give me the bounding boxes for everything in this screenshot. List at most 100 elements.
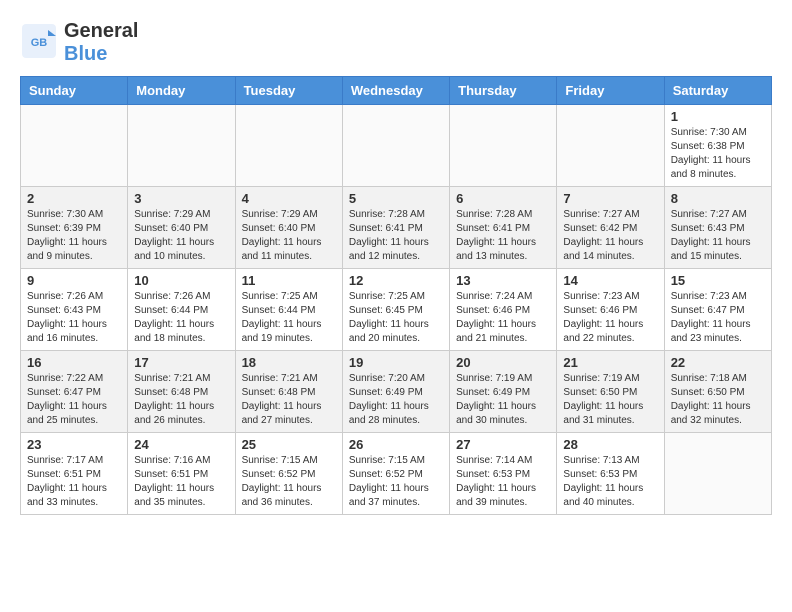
calendar-cell: 27 Sunrise: 7:14 AM Sunset: 6:53 PM Dayli… bbox=[450, 433, 557, 515]
calendar-cell: 23 Sunrise: 7:17 AM Sunset: 6:51 PM Dayli… bbox=[21, 433, 128, 515]
calendar-cell: 6 Sunrise: 7:28 AM Sunset: 6:41 PM Daylig… bbox=[450, 187, 557, 269]
calendar-cell: 1 Sunrise: 7:30 AM Sunset: 6:38 PM Daylig… bbox=[664, 105, 771, 187]
calendar-cell bbox=[664, 433, 771, 515]
day-info: Sunrise: 7:18 AM Sunset: 6:50 PM Dayligh… bbox=[671, 372, 765, 428]
calendar-cell: 28 Sunrise: 7:13 AM Sunset: 6:53 PM Dayli… bbox=[557, 433, 664, 515]
calendar-cell: 9 Sunrise: 7:26 AM Sunset: 6:43 PM Daylig… bbox=[21, 269, 128, 351]
calendar-cell: 24 Sunrise: 7:16 AM Sunset: 6:51 PM Dayli… bbox=[128, 433, 235, 515]
day-number: 4 bbox=[242, 191, 336, 206]
day-number: 20 bbox=[456, 355, 550, 370]
day-info: Sunrise: 7:20 AM Sunset: 6:49 PM Dayligh… bbox=[349, 372, 443, 428]
calendar-cell: 10Sunrise: 7:26 AM Sunset: 6:44 PM Dayli… bbox=[128, 269, 235, 351]
calendar-cell: 16 Sunrise: 7:22 AM Sunset: 6:47 PM Dayli… bbox=[21, 351, 128, 433]
logo-blue: Blue bbox=[64, 43, 138, 66]
calendar-week-row: 16 Sunrise: 7:22 AM Sunset: 6:47 PM Dayli… bbox=[21, 351, 772, 433]
logo-general: General bbox=[64, 20, 138, 43]
calendar-cell bbox=[342, 105, 449, 187]
day-number: 19 bbox=[349, 355, 443, 370]
calendar-header-row: SundayMondayTuesdayWednesdayThursdayFrid… bbox=[21, 77, 772, 105]
calendar-cell bbox=[557, 105, 664, 187]
day-info: Sunrise: 7:25 AM Sunset: 6:45 PM Dayligh… bbox=[349, 290, 443, 346]
col-header-tuesday: Tuesday bbox=[235, 77, 342, 105]
calendar-week-row: 2 Sunrise: 7:30 AM Sunset: 6:39 PM Daylig… bbox=[21, 187, 772, 269]
day-info: Sunrise: 7:30 AM Sunset: 6:39 PM Dayligh… bbox=[27, 208, 121, 264]
calendar-cell: 17 Sunrise: 7:21 AM Sunset: 6:48 PM Dayli… bbox=[128, 351, 235, 433]
day-info: Sunrise: 7:15 AM Sunset: 6:52 PM Dayligh… bbox=[349, 454, 443, 510]
calendar-week-row: 1 Sunrise: 7:30 AM Sunset: 6:38 PM Daylig… bbox=[21, 105, 772, 187]
logo-icon: GB bbox=[20, 22, 58, 60]
day-info: Sunrise: 7:19 AM Sunset: 6:49 PM Dayligh… bbox=[456, 372, 550, 428]
col-header-wednesday: Wednesday bbox=[342, 77, 449, 105]
day-number: 26 bbox=[349, 437, 443, 452]
svg-text:GB: GB bbox=[31, 37, 48, 49]
day-number: 1 bbox=[671, 109, 765, 124]
day-number: 17 bbox=[134, 355, 228, 370]
day-info: Sunrise: 7:26 AM Sunset: 6:43 PM Dayligh… bbox=[27, 290, 121, 346]
calendar-cell: 7 Sunrise: 7:27 AM Sunset: 6:42 PM Daylig… bbox=[557, 187, 664, 269]
calendar-cell: 21 Sunrise: 7:19 AM Sunset: 6:50 PM Dayli… bbox=[557, 351, 664, 433]
calendar-week-row: 9 Sunrise: 7:26 AM Sunset: 6:43 PM Daylig… bbox=[21, 269, 772, 351]
day-info: Sunrise: 7:19 AM Sunset: 6:50 PM Dayligh… bbox=[563, 372, 657, 428]
calendar-cell: 3Sunrise: 7:29 AM Sunset: 6:40 PM Daylig… bbox=[128, 187, 235, 269]
day-info: Sunrise: 7:27 AM Sunset: 6:43 PM Dayligh… bbox=[671, 208, 765, 264]
day-number: 28 bbox=[563, 437, 657, 452]
day-info: Sunrise: 7:22 AM Sunset: 6:47 PM Dayligh… bbox=[27, 372, 121, 428]
day-number: 13 bbox=[456, 273, 550, 288]
day-info: Sunrise: 7:16 AM Sunset: 6:51 PM Dayligh… bbox=[134, 454, 228, 510]
calendar-cell: 19 Sunrise: 7:20 AM Sunset: 6:49 PM Dayli… bbox=[342, 351, 449, 433]
day-info: Sunrise: 7:28 AM Sunset: 6:41 PM Dayligh… bbox=[456, 208, 550, 264]
day-number: 16 bbox=[27, 355, 121, 370]
calendar-cell bbox=[450, 105, 557, 187]
col-header-monday: Monday bbox=[128, 77, 235, 105]
day-number: 11 bbox=[242, 273, 336, 288]
day-number: 8 bbox=[671, 191, 765, 206]
day-info: Sunrise: 7:27 AM Sunset: 6:42 PM Dayligh… bbox=[563, 208, 657, 264]
day-number: 6 bbox=[456, 191, 550, 206]
calendar-cell: 22 Sunrise: 7:18 AM Sunset: 6:50 PM Dayli… bbox=[664, 351, 771, 433]
calendar-cell: 5Sunrise: 7:28 AM Sunset: 6:41 PM Daylig… bbox=[342, 187, 449, 269]
logo: GB General Blue bbox=[20, 20, 138, 66]
day-info: Sunrise: 7:26 AM Sunset: 6:44 PM Dayligh… bbox=[134, 290, 228, 346]
calendar-cell bbox=[235, 105, 342, 187]
calendar-cell: 14Sunrise: 7:23 AM Sunset: 6:46 PM Dayli… bbox=[557, 269, 664, 351]
day-info: Sunrise: 7:23 AM Sunset: 6:47 PM Dayligh… bbox=[671, 290, 765, 346]
calendar-cell bbox=[128, 105, 235, 187]
day-number: 7 bbox=[563, 191, 657, 206]
day-info: Sunrise: 7:30 AM Sunset: 6:38 PM Dayligh… bbox=[671, 126, 765, 182]
day-info: Sunrise: 7:13 AM Sunset: 6:53 PM Dayligh… bbox=[563, 454, 657, 510]
col-header-thursday: Thursday bbox=[450, 77, 557, 105]
calendar-cell: 20 Sunrise: 7:19 AM Sunset: 6:49 PM Dayli… bbox=[450, 351, 557, 433]
day-info: Sunrise: 7:21 AM Sunset: 6:48 PM Dayligh… bbox=[242, 372, 336, 428]
day-number: 24 bbox=[134, 437, 228, 452]
day-number: 12 bbox=[349, 273, 443, 288]
day-number: 5 bbox=[349, 191, 443, 206]
calendar-table: SundayMondayTuesdayWednesdayThursdayFrid… bbox=[20, 76, 772, 515]
day-number: 3 bbox=[134, 191, 228, 206]
day-number: 25 bbox=[242, 437, 336, 452]
day-number: 23 bbox=[27, 437, 121, 452]
day-info: Sunrise: 7:25 AM Sunset: 6:44 PM Dayligh… bbox=[242, 290, 336, 346]
col-header-sunday: Sunday bbox=[21, 77, 128, 105]
calendar-cell: 15 Sunrise: 7:23 AM Sunset: 6:47 PM Dayli… bbox=[664, 269, 771, 351]
calendar-cell bbox=[21, 105, 128, 187]
page-header: GB General Blue bbox=[20, 20, 772, 66]
col-header-saturday: Saturday bbox=[664, 77, 771, 105]
day-number: 21 bbox=[563, 355, 657, 370]
day-info: Sunrise: 7:24 AM Sunset: 6:46 PM Dayligh… bbox=[456, 290, 550, 346]
day-info: Sunrise: 7:21 AM Sunset: 6:48 PM Dayligh… bbox=[134, 372, 228, 428]
day-info: Sunrise: 7:15 AM Sunset: 6:52 PM Dayligh… bbox=[242, 454, 336, 510]
day-number: 18 bbox=[242, 355, 336, 370]
calendar-cell: 4 Sunrise: 7:29 AM Sunset: 6:40 PM Daylig… bbox=[235, 187, 342, 269]
calendar-cell: 18 Sunrise: 7:21 AM Sunset: 6:48 PM Dayli… bbox=[235, 351, 342, 433]
day-number: 15 bbox=[671, 273, 765, 288]
day-info: Sunrise: 7:14 AM Sunset: 6:53 PM Dayligh… bbox=[456, 454, 550, 510]
day-number: 22 bbox=[671, 355, 765, 370]
day-number: 2 bbox=[27, 191, 121, 206]
calendar-cell: 13 Sunrise: 7:24 AM Sunset: 6:46 PM Dayli… bbox=[450, 269, 557, 351]
day-info: Sunrise: 7:29 AM Sunset: 6:40 PM Dayligh… bbox=[242, 208, 336, 264]
calendar-cell: 12 Sunrise: 7:25 AM Sunset: 6:45 PM Dayli… bbox=[342, 269, 449, 351]
day-number: 27 bbox=[456, 437, 550, 452]
day-number: 9 bbox=[27, 273, 121, 288]
day-info: Sunrise: 7:17 AM Sunset: 6:51 PM Dayligh… bbox=[27, 454, 121, 510]
day-info: Sunrise: 7:23 AM Sunset: 6:46 PM Dayligh… bbox=[563, 290, 657, 346]
